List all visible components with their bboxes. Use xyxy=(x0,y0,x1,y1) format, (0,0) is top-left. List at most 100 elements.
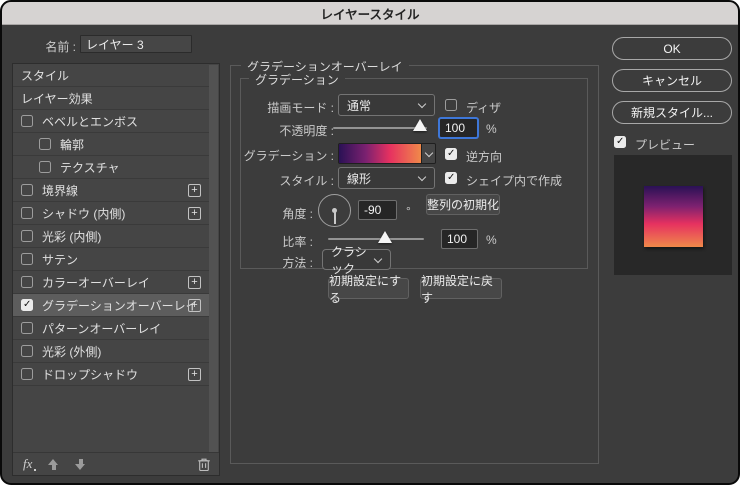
blend-mode-select[interactable]: 通常 xyxy=(338,94,435,116)
sidebar-item-2[interactable]: ベベルとエンボス xyxy=(13,110,209,133)
style-label: スタイル : xyxy=(279,174,334,188)
reset-default-button[interactable]: 初期設定に戻す xyxy=(420,274,502,305)
chevron-down-icon xyxy=(373,255,382,264)
style-select[interactable]: 線形 xyxy=(338,167,435,189)
effect-label: ドロップシャドウ xyxy=(42,367,139,382)
layer-style-dialog: レイヤースタイル 名前 : スタイルレイヤー効果ベベルとエンボス輪郭テクスチャ境… xyxy=(0,0,740,485)
effect-label: 光彩 (外側) xyxy=(42,344,102,359)
title-bar[interactable]: レイヤースタイル xyxy=(2,2,738,25)
sidebar-item-8[interactable]: サテン xyxy=(13,248,209,271)
effect-label: ベベルとエンボス xyxy=(42,114,139,129)
create-in-shape-label: シェイプ内で作成 xyxy=(466,174,563,188)
sidebar-item-12[interactable]: 光彩 (外側) xyxy=(13,340,209,363)
effect-label: グラデーションオーバーレイ xyxy=(42,298,198,313)
angle-label: 角度 : xyxy=(282,207,313,221)
add-effect-instance-icon[interactable]: + xyxy=(188,207,201,220)
fx-icon[interactable]: fx xyxy=(23,456,37,472)
opacity-unit: % xyxy=(486,122,497,136)
sidebar-item-1[interactable]: レイヤー効果 xyxy=(13,87,209,110)
chevron-down-icon xyxy=(424,149,433,158)
opacity-label: 不透明度 : xyxy=(279,124,334,138)
effect-label: 輪郭 xyxy=(60,137,85,152)
effect-checkbox[interactable] xyxy=(21,184,33,196)
create-in-shape-checkbox[interactable] xyxy=(445,172,457,184)
effect-label: シャドウ (内側) xyxy=(42,206,126,221)
preview-label: プレビュー xyxy=(635,138,696,152)
name-input[interactable] xyxy=(80,35,192,53)
effect-checkbox[interactable] xyxy=(21,207,33,219)
new-style-button[interactable]: 新規スタイル... xyxy=(612,101,732,124)
opacity-input[interactable] xyxy=(439,118,478,138)
effect-label: 境界線 xyxy=(42,183,79,198)
effect-checkbox[interactable] xyxy=(21,368,33,380)
dither-checkbox[interactable] xyxy=(445,99,457,111)
cancel-button[interactable]: キャンセル xyxy=(612,69,732,92)
preview-checkbox[interactable] xyxy=(614,136,626,148)
scale-label: 比率 : xyxy=(282,235,313,249)
sidebar-item-9[interactable]: カラーオーバーレイ + xyxy=(13,271,209,294)
effect-checkbox[interactable] xyxy=(21,276,33,288)
style-value: 線形 xyxy=(347,171,372,186)
reverse-checkbox[interactable] xyxy=(445,148,457,160)
blend-mode-value: 通常 xyxy=(347,98,372,113)
layer-style-list: スタイルレイヤー効果ベベルとエンボス輪郭テクスチャ境界線 + シャドウ (内側) + 光… xyxy=(13,64,209,386)
sidebar-item-7[interactable]: 光彩 (内側) xyxy=(13,225,209,248)
preview-thumbnail xyxy=(614,155,732,275)
move-effect-down-icon[interactable] xyxy=(75,458,86,470)
sidebar-item-13[interactable]: ドロップシャドウ + xyxy=(13,363,209,386)
dialog-title: レイヤースタイル xyxy=(320,7,420,22)
gradient-picker-chevron[interactable] xyxy=(421,144,435,163)
move-effect-up-icon[interactable] xyxy=(48,458,59,470)
effect-checkbox[interactable] xyxy=(39,161,51,173)
scale-slider-thumb[interactable] xyxy=(378,231,392,243)
delete-effect-icon[interactable] xyxy=(197,457,211,472)
effect-label: テクスチャ xyxy=(60,160,120,175)
effect-checkbox[interactable] xyxy=(21,230,33,242)
sidebar-scrollbar[interactable] xyxy=(209,65,218,452)
effect-label: レイヤー効果 xyxy=(21,91,93,106)
method-label: 方法 : xyxy=(282,256,313,270)
add-effect-instance-icon[interactable]: + xyxy=(188,368,201,381)
dither-label: ディザ xyxy=(466,101,502,115)
method-select[interactable]: クラシック xyxy=(322,245,391,276)
sidebar-item-11[interactable]: パターンオーバーレイ xyxy=(13,317,209,340)
effect-checkbox[interactable] xyxy=(39,138,51,150)
sidebar-item-5[interactable]: 境界線 + xyxy=(13,179,209,202)
opacity-slider-thumb[interactable] xyxy=(413,119,427,131)
sidebar-item-3[interactable]: 輪郭 xyxy=(13,133,209,156)
effect-label: カラーオーバーレイ xyxy=(42,275,150,290)
effect-checkbox[interactable] xyxy=(21,253,33,265)
angle-dial-needle xyxy=(333,211,336,224)
effect-checkbox[interactable] xyxy=(21,345,33,357)
chevron-down-icon xyxy=(417,174,426,183)
make-default-button[interactable]: 初期設定にする xyxy=(328,274,409,305)
add-effect-instance-icon[interactable]: + xyxy=(188,299,201,312)
chevron-down-icon xyxy=(417,101,426,110)
gradient-swatch[interactable] xyxy=(339,144,421,163)
effects-sidebar: スタイルレイヤー効果ベベルとエンボス輪郭テクスチャ境界線 + シャドウ (内側) + 光… xyxy=(12,63,220,476)
scale-unit: % xyxy=(486,233,497,247)
reset-alignment-button[interactable]: 整列の初期化 xyxy=(426,194,500,215)
effect-label: サテン xyxy=(42,252,79,267)
sidebar-item-6[interactable]: シャドウ (内側) + xyxy=(13,202,209,225)
effect-checkbox[interactable] xyxy=(21,299,33,311)
angle-input[interactable] xyxy=(358,200,397,220)
gradient-picker[interactable] xyxy=(338,143,436,164)
angle-dial[interactable] xyxy=(318,194,351,227)
effect-checkbox[interactable] xyxy=(21,322,33,334)
sidebar-item-0[interactable]: スタイル xyxy=(13,64,209,87)
sidebar-item-10[interactable]: グラデーションオーバーレイ+ xyxy=(13,294,209,317)
effect-label: スタイル xyxy=(21,68,70,83)
scale-slider-track[interactable] xyxy=(328,238,424,240)
ok-button[interactable]: OK xyxy=(612,37,732,60)
angle-unit: ° xyxy=(406,204,411,218)
effect-checkbox[interactable] xyxy=(21,115,33,127)
preview-gradient xyxy=(644,186,703,247)
gradient-group-title: グラデーション xyxy=(249,71,345,88)
sidebar-item-4[interactable]: テクスチャ xyxy=(13,156,209,179)
add-effect-instance-icon[interactable]: + xyxy=(188,276,201,289)
gradient-label: グラデーション : xyxy=(243,149,334,163)
add-effect-instance-icon[interactable]: + xyxy=(188,184,201,197)
effect-label: パターンオーバーレイ xyxy=(42,321,162,336)
scale-input[interactable] xyxy=(441,229,478,249)
